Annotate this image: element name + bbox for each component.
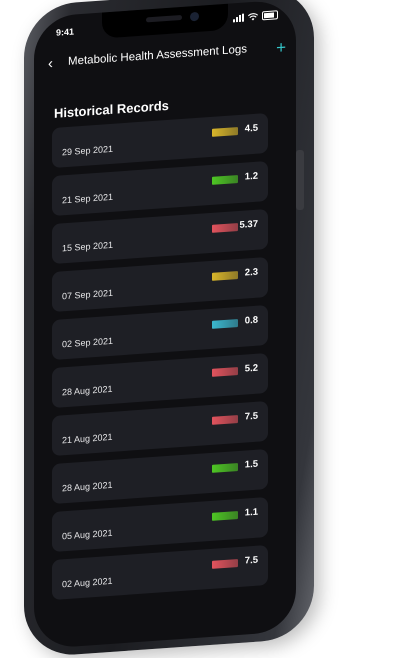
status-time: 9:41 <box>56 26 75 38</box>
record-date: 02 Aug 2021 <box>62 575 113 590</box>
speaker <box>146 14 182 23</box>
record-date: 02 Sep 2021 <box>62 335 114 350</box>
record-value: 0.8 <box>244 314 258 327</box>
record-row[interactable]: 02 Sep 2021 0.8 <box>52 304 268 361</box>
wifi-icon <box>248 12 258 20</box>
record-value: 2.3 <box>244 266 258 279</box>
record-row[interactable]: 29 Sep 2021 4.5 <box>52 112 268 169</box>
page-title: Metabolic Health Assessment Logs <box>68 43 247 68</box>
record-row[interactable]: 07 Sep 2021 2.3 <box>52 256 268 313</box>
record-level-bar <box>212 223 238 233</box>
record-level-bar <box>212 511 238 521</box>
header: ‹ Metabolic Health Assessment Logs + <box>48 36 286 75</box>
record-row[interactable]: 28 Aug 2021 1.5 <box>52 448 268 505</box>
record-level-bar <box>212 175 238 185</box>
record-value: 1.5 <box>244 458 258 471</box>
record-level-bar <box>212 319 238 329</box>
record-level-bar <box>212 559 238 569</box>
record-row[interactable]: 15 Sep 2021 5.37 <box>52 208 268 265</box>
phone-frame: 9:41 ‹ Metabolic Health Assessment Logs … <box>24 0 314 658</box>
add-icon[interactable]: + <box>276 37 286 57</box>
record-level-bar <box>212 271 238 281</box>
record-row[interactable]: 02 Aug 2021 7.5 <box>52 544 268 601</box>
record-row[interactable]: 21 Aug 2021 7.5 <box>52 400 268 457</box>
signal-icon <box>233 13 244 22</box>
record-date: 29 Sep 2021 <box>62 143 114 158</box>
record-level-bar <box>212 415 238 425</box>
record-date: 21 Aug 2021 <box>62 431 113 446</box>
record-date: 15 Sep 2021 <box>62 239 114 254</box>
notch <box>102 3 228 39</box>
back-icon[interactable]: ‹ <box>48 54 64 71</box>
record-date: 07 Sep 2021 <box>62 287 114 302</box>
battery-icon <box>262 10 278 21</box>
section-title: Historical Records <box>54 97 169 121</box>
record-value: 1.2 <box>244 170 258 183</box>
record-value: 5.2 <box>244 362 258 375</box>
camera-icon <box>190 11 199 22</box>
record-row[interactable]: 21 Sep 2021 1.2 <box>52 160 268 217</box>
side-button <box>296 150 304 210</box>
records-list: 29 Sep 2021 4.5 21 Sep 2021 1.2 15 Sep 2021 5… <box>52 112 268 608</box>
record-date: 28 Aug 2021 <box>62 383 113 398</box>
phone-screen: 9:41 ‹ Metabolic Health Assessment Logs … <box>34 0 296 650</box>
record-value: 5.37 <box>239 218 259 231</box>
record-level-bar <box>212 127 238 137</box>
record-date: 05 Aug 2021 <box>62 527 113 542</box>
record-value: 7.5 <box>244 410 258 423</box>
record-value: 1.1 <box>244 506 258 519</box>
record-value: 4.5 <box>244 122 258 135</box>
record-date: 28 Aug 2021 <box>62 479 113 494</box>
record-value: 7.5 <box>244 554 258 567</box>
record-row[interactable]: 28 Aug 2021 5.2 <box>52 352 268 409</box>
record-date: 21 Sep 2021 <box>62 191 114 206</box>
record-level-bar <box>212 463 238 473</box>
record-row[interactable]: 05 Aug 2021 1.1 <box>52 496 268 553</box>
status-icons <box>233 10 278 22</box>
record-level-bar <box>212 367 238 377</box>
